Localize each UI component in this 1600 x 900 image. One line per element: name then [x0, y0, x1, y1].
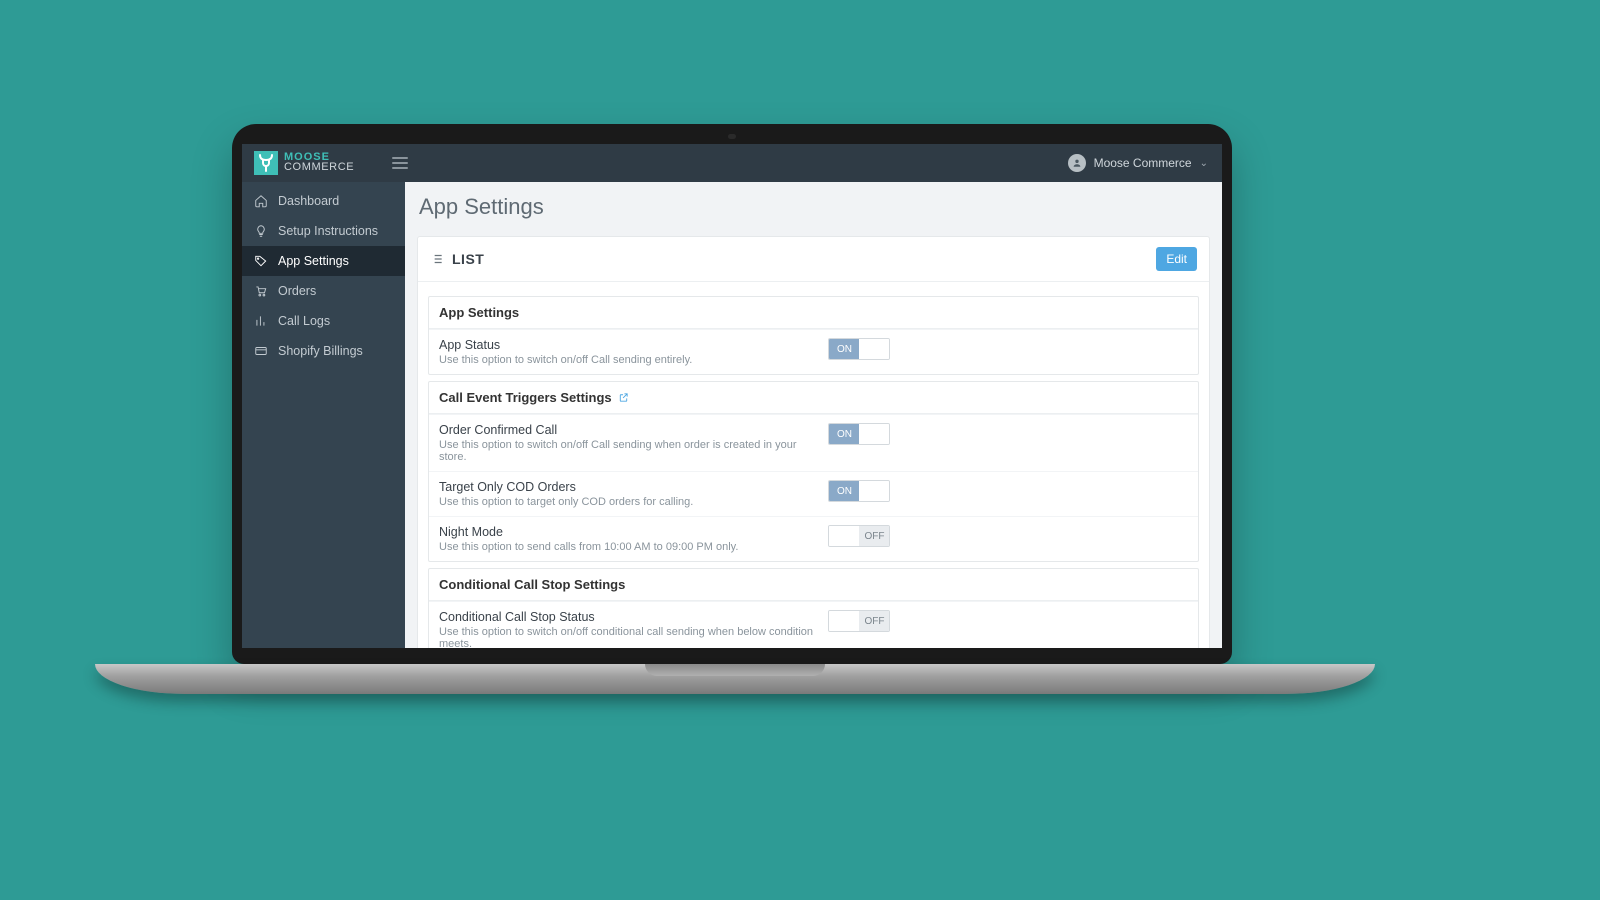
sidebar-item-label: Orders	[278, 284, 316, 298]
section-call-event-triggers: Call Event Triggers Settings Order Confi…	[428, 381, 1199, 562]
brand[interactable]: MOOSE COMMERCE	[242, 144, 366, 182]
toggle-off-label	[859, 424, 889, 444]
toggle-on-label	[829, 526, 859, 546]
sidebar-item-label: Call Logs	[278, 314, 330, 328]
panel-body: App Settings App Status Use this option …	[418, 282, 1209, 648]
home-icon	[254, 194, 268, 208]
brand-line2: COMMERCE	[284, 163, 354, 173]
section-app-settings: App Settings App Status Use this option …	[428, 296, 1199, 375]
bar-chart-icon	[254, 314, 268, 328]
section-conditional-stop: Conditional Call Stop Settings Condition…	[428, 568, 1199, 648]
toggle-stop-status[interactable]: OFF	[828, 610, 890, 632]
sidebar-item-orders[interactable]: Orders	[242, 276, 405, 306]
laptop-frame: MOOSE COMMERCE Moose Commerce ⌄	[232, 124, 1232, 664]
toggle-order-confirmed[interactable]: ON	[828, 423, 890, 445]
sidebar-item-label: Shopify Billings	[278, 344, 363, 358]
edit-button[interactable]: Edit	[1156, 247, 1197, 271]
row-order-confirmed: Order Confirmed Call Use this option to …	[429, 414, 1198, 471]
toggle-off-label: OFF	[859, 611, 889, 631]
section-heading: Conditional Call Stop Settings	[429, 569, 1198, 601]
avatar-icon	[1068, 154, 1086, 172]
topbar: MOOSE COMMERCE Moose Commerce ⌄	[242, 144, 1222, 182]
panel-header: LIST Edit	[418, 237, 1209, 282]
sidebar-item-label: Setup Instructions	[278, 224, 378, 238]
sidebar-item-label: Dashboard	[278, 194, 339, 208]
toggle-off-label	[859, 339, 889, 359]
brand-logo-icon	[254, 151, 278, 175]
list-icon	[430, 252, 444, 266]
row-title: Target Only COD Orders	[439, 480, 818, 494]
row-subtitle: Use this option to switch on/off conditi…	[439, 626, 818, 648]
row-subtitle: Use this option to switch on/off Call se…	[439, 439, 818, 463]
toggle-app-status[interactable]: ON	[828, 338, 890, 360]
toggle-on-label	[829, 611, 859, 631]
toggle-off-label: OFF	[859, 526, 889, 546]
sidebar-item-app-settings[interactable]: App Settings	[242, 246, 405, 276]
menu-toggle-button[interactable]	[386, 151, 414, 175]
sidebar-item-shopify-billings[interactable]: Shopify Billings	[242, 336, 405, 366]
row-title: Conditional Call Stop Status	[439, 610, 818, 624]
app-body: Dashboard Setup Instructions App Setting…	[242, 182, 1222, 648]
toggle-target-cod[interactable]: ON	[828, 480, 890, 502]
credit-card-icon	[254, 344, 268, 358]
screen: MOOSE COMMERCE Moose Commerce ⌄	[242, 144, 1222, 648]
row-title: Order Confirmed Call	[439, 423, 818, 437]
toggle-off-label	[859, 481, 889, 501]
brand-text: MOOSE COMMERCE	[284, 153, 354, 173]
toggle-on-label: ON	[829, 481, 859, 501]
row-stop-status: Conditional Call Stop Status Use this op…	[429, 601, 1198, 648]
row-target-cod: Target Only COD Orders Use this option t…	[429, 471, 1198, 516]
main: App Settings LIST Edit	[405, 182, 1222, 648]
row-night-mode: Night Mode Use this option to send calls…	[429, 516, 1198, 561]
section-heading-text: Call Event Triggers Settings	[439, 390, 612, 405]
toggle-on-label: ON	[829, 424, 859, 444]
sidebar-item-label: App Settings	[278, 254, 349, 268]
laptop-base	[95, 664, 1375, 694]
external-link-icon[interactable]	[618, 392, 629, 403]
sidebar-item-setup[interactable]: Setup Instructions	[242, 216, 405, 246]
row-title: Night Mode	[439, 525, 818, 539]
row-subtitle: Use this option to send calls from 10:00…	[439, 541, 818, 553]
sidebar-item-call-logs[interactable]: Call Logs	[242, 306, 405, 336]
sidebar-item-dashboard[interactable]: Dashboard	[242, 186, 405, 216]
section-heading: Call Event Triggers Settings	[429, 382, 1198, 414]
section-heading: App Settings	[429, 297, 1198, 329]
tag-icon	[254, 254, 268, 268]
row-title: App Status	[439, 338, 818, 352]
user-name: Moose Commerce	[1094, 156, 1192, 170]
sidebar: Dashboard Setup Instructions App Setting…	[242, 182, 405, 648]
lightbulb-icon	[254, 224, 268, 238]
panel-title: LIST	[452, 251, 484, 267]
row-subtitle: Use this option to switch on/off Call se…	[439, 354, 818, 366]
user-menu[interactable]: Moose Commerce ⌄	[1068, 154, 1208, 172]
toggle-on-label: ON	[829, 339, 859, 359]
toggle-night-mode[interactable]: OFF	[828, 525, 890, 547]
settings-panel: LIST Edit App Settings App Status	[417, 236, 1210, 648]
row-subtitle: Use this option to target only COD order…	[439, 496, 818, 508]
row-app-status: App Status Use this option to switch on/…	[429, 329, 1198, 374]
chevron-down-icon: ⌄	[1200, 158, 1208, 169]
page-title: App Settings	[405, 182, 1222, 236]
cart-icon	[254, 284, 268, 298]
